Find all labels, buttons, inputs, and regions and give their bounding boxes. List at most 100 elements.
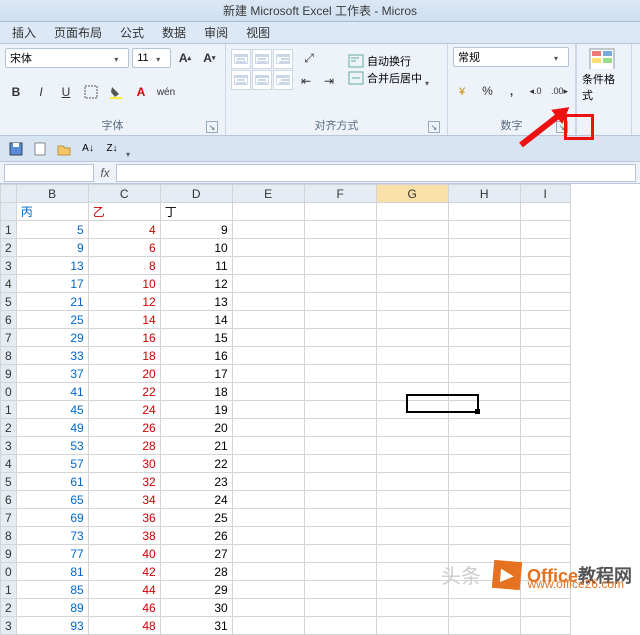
number-format-select[interactable]: 常规 bbox=[453, 47, 569, 67]
align-top-left[interactable] bbox=[231, 49, 251, 69]
table-row[interactable]: 1549 bbox=[1, 221, 571, 239]
indent-decrease-button[interactable]: ⇤ bbox=[296, 70, 316, 92]
table-row[interactable]: 29610 bbox=[1, 239, 571, 257]
fx-icon[interactable]: fx bbox=[94, 166, 116, 180]
percent-button[interactable]: % bbox=[477, 80, 498, 102]
fill-color-button[interactable] bbox=[105, 81, 127, 103]
new-button[interactable] bbox=[30, 139, 50, 159]
align-bottom-center[interactable] bbox=[252, 70, 272, 90]
sort-desc-button[interactable]: Z↓ bbox=[102, 139, 122, 159]
tab-page-layout[interactable]: 页面布局 bbox=[54, 24, 102, 41]
font-color-button[interactable]: A bbox=[130, 81, 152, 103]
cell: 26 bbox=[160, 527, 232, 545]
table-row[interactable]: 4573022 bbox=[1, 455, 571, 473]
align-bottom-left[interactable] bbox=[231, 70, 251, 90]
column-headers[interactable]: B C D E F G H I bbox=[1, 185, 571, 203]
formula-input[interactable] bbox=[116, 164, 636, 182]
increase-decimal-button[interactable]: ◂.0 bbox=[525, 80, 546, 102]
row-header[interactable]: 7 bbox=[1, 509, 17, 527]
align-bottom-right[interactable] bbox=[273, 70, 293, 90]
align-top-right[interactable] bbox=[273, 49, 293, 69]
shrink-font-button[interactable]: A▾ bbox=[199, 47, 220, 69]
row-header[interactable]: 5 bbox=[1, 473, 17, 491]
name-box[interactable] bbox=[4, 164, 94, 182]
underline-button[interactable]: U bbox=[55, 81, 77, 103]
row-header[interactable]: 8 bbox=[1, 347, 17, 365]
table-row[interactable]: 2492620 bbox=[1, 419, 571, 437]
row-header[interactable]: 7 bbox=[1, 329, 17, 347]
comma-button[interactable]: , bbox=[501, 80, 522, 102]
table-row[interactable]: 9372017 bbox=[1, 365, 571, 383]
row-header[interactable]: 2 bbox=[1, 419, 17, 437]
save-button[interactable] bbox=[6, 139, 26, 159]
table-row[interactable]: 0412218 bbox=[1, 383, 571, 401]
header-row[interactable]: 丙 乙 丁 bbox=[1, 203, 571, 221]
row-header[interactable]: 6 bbox=[1, 491, 17, 509]
row-header[interactable]: 3 bbox=[1, 257, 17, 275]
row-header[interactable]: 8 bbox=[1, 527, 17, 545]
row-header[interactable]: 3 bbox=[1, 437, 17, 455]
bold-button[interactable]: B bbox=[5, 81, 27, 103]
cell: 21 bbox=[160, 437, 232, 455]
align-dialog-launcher[interactable]: ↘ bbox=[428, 121, 440, 133]
italic-button[interactable]: I bbox=[30, 81, 52, 103]
table-row[interactable]: 8331816 bbox=[1, 347, 571, 365]
number-dialog-launcher[interactable]: ↘ bbox=[556, 121, 568, 133]
table-row[interactable]: 3532821 bbox=[1, 437, 571, 455]
phonetic-button[interactable]: wén bbox=[155, 81, 177, 103]
row-header[interactable]: 2 bbox=[1, 239, 17, 257]
table-row[interactable]: 6251414 bbox=[1, 311, 571, 329]
row-header[interactable]: 6 bbox=[1, 311, 17, 329]
sort-asc-button[interactable]: A↓ bbox=[78, 139, 98, 159]
currency-button[interactable]: ¥ bbox=[453, 80, 474, 102]
row-header[interactable]: 5 bbox=[1, 293, 17, 311]
border-button[interactable] bbox=[80, 81, 102, 103]
row-header[interactable]: 4 bbox=[1, 455, 17, 473]
decrease-decimal-button[interactable]: .00▸ bbox=[549, 80, 570, 102]
merge-center-button[interactable]: 合并后居中 bbox=[348, 70, 435, 86]
tab-review[interactable]: 审阅 bbox=[204, 24, 228, 41]
conditional-format-button[interactable]: 条件格式 bbox=[582, 47, 622, 103]
table-row[interactable]: 7693625 bbox=[1, 509, 571, 527]
row-header[interactable]: 4 bbox=[1, 275, 17, 293]
table-row[interactable]: 7291615 bbox=[1, 329, 571, 347]
font-size-select[interactable]: 11 bbox=[132, 48, 171, 68]
table-row[interactable]: 3934831 bbox=[1, 617, 571, 635]
cell: 16 bbox=[88, 329, 160, 347]
row-header[interactable]: 0 bbox=[1, 563, 17, 581]
font-family-select[interactable]: 宋体 bbox=[5, 48, 129, 68]
grow-font-button[interactable]: A▴ bbox=[174, 47, 195, 69]
row-header[interactable]: 9 bbox=[1, 545, 17, 563]
row-header[interactable]: 3 bbox=[1, 617, 17, 635]
tab-view[interactable]: 视图 bbox=[246, 24, 270, 41]
tab-data[interactable]: 数据 bbox=[162, 24, 186, 41]
tab-insert[interactable]: 插入 bbox=[12, 24, 36, 41]
row-header[interactable]: 9 bbox=[1, 365, 17, 383]
open-button[interactable] bbox=[54, 139, 74, 159]
table-row[interactable]: 4171012 bbox=[1, 275, 571, 293]
table-row[interactable]: 313811 bbox=[1, 257, 571, 275]
indent-increase-button[interactable]: ⇥ bbox=[319, 70, 339, 92]
qat-customize[interactable] bbox=[126, 144, 136, 154]
align-top-center[interactable] bbox=[252, 49, 272, 69]
row-header[interactable]: 1 bbox=[1, 401, 17, 419]
group-number-label: 数字↘ bbox=[453, 115, 570, 135]
cell: 37 bbox=[16, 365, 88, 383]
wrap-text-button[interactable]: 自动换行 bbox=[348, 53, 435, 69]
orientation-button[interactable]: ⤢ bbox=[296, 47, 322, 69]
row-header[interactable]: 2 bbox=[1, 599, 17, 617]
font-dialog-launcher[interactable]: ↘ bbox=[206, 121, 218, 133]
table-row[interactable]: 5613223 bbox=[1, 473, 571, 491]
row-header[interactable]: 1 bbox=[1, 221, 17, 239]
cell: 10 bbox=[88, 275, 160, 293]
cell-header-D: 丁 bbox=[160, 203, 232, 221]
table-row[interactable]: 2894630 bbox=[1, 599, 571, 617]
watermark: 头条 ▶ Office教程网 www.office26.com bbox=[441, 560, 632, 589]
tab-formula[interactable]: 公式 bbox=[120, 24, 144, 41]
table-row[interactable]: 8733826 bbox=[1, 527, 571, 545]
table-row[interactable]: 1452419 bbox=[1, 401, 571, 419]
table-row[interactable]: 5211213 bbox=[1, 293, 571, 311]
row-header[interactable]: 1 bbox=[1, 581, 17, 599]
row-header[interactable]: 0 bbox=[1, 383, 17, 401]
table-row[interactable]: 6653424 bbox=[1, 491, 571, 509]
